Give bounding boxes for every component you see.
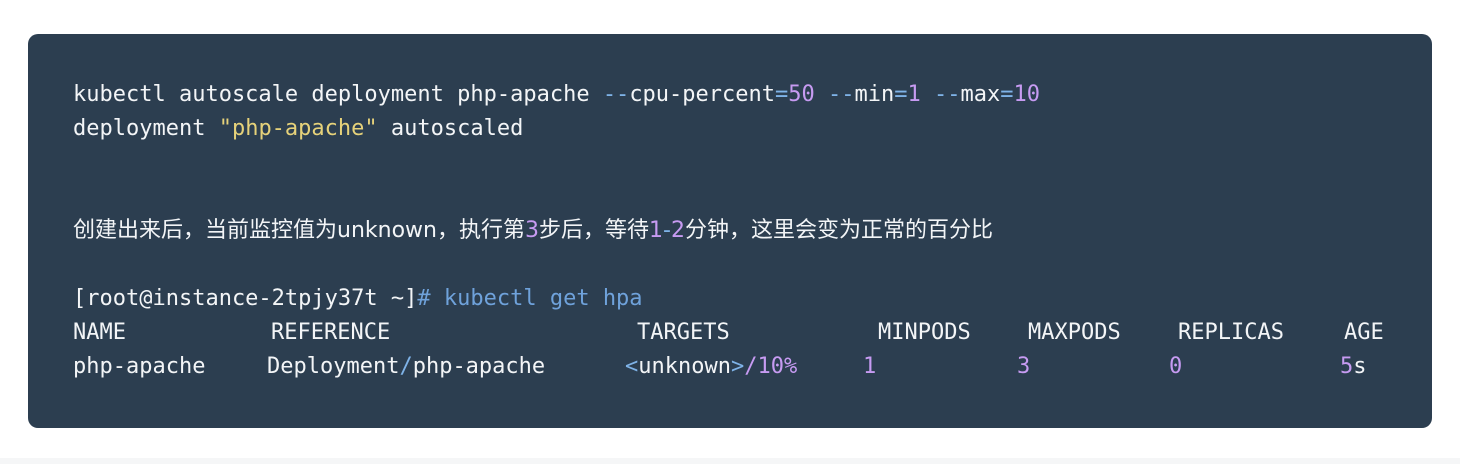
equals-sign: =	[1000, 82, 1014, 107]
header-reference: REFERENCE	[271, 320, 391, 345]
flag-dashes: --	[602, 82, 630, 107]
header-targets: TARGETS	[637, 320, 730, 345]
comment-text: 步后，等待	[538, 218, 649, 243]
header-maxpods: MAXPODS	[1028, 320, 1121, 345]
header-age: AGE	[1344, 320, 1384, 345]
cell-reference: Deployment/php-apache	[267, 350, 545, 384]
header-replicas: REPLICAS	[1178, 320, 1284, 345]
reference-kind: Deployment	[267, 354, 400, 379]
min-value: 1	[907, 82, 921, 107]
targets-open-bracket: <	[625, 354, 639, 379]
age-unit: s	[1353, 354, 1367, 379]
page-bottom-strip	[0, 458, 1460, 464]
autoscale-command-line: kubectl autoscale deployment php-apache …	[73, 78, 1040, 112]
step-number: 3	[524, 218, 539, 243]
targets-current: unknown	[638, 354, 731, 379]
table-header-row: NAME REFERENCE TARGETS MINPODS MAXPODS R…	[73, 316, 1403, 350]
flag-name: max	[960, 82, 1001, 107]
equals-sign: =	[894, 82, 908, 107]
equals-sign: =	[775, 82, 789, 107]
cell-minpods: 1	[863, 354, 877, 379]
page: kubectl autoscale deployment php-apache …	[0, 0, 1460, 464]
cell-age: 5s	[1340, 350, 1367, 384]
targets-close-bracket: >	[730, 354, 745, 379]
minutes-to: 2	[670, 218, 685, 243]
comment-line: 创建出来后，当前监控值为unknown，执行第3步后，等待1-2分钟，这里会变为…	[73, 214, 993, 248]
shell-prompt: [root@instance-2tpjy37t ~]	[73, 286, 418, 311]
cell-replicas: 0	[1169, 354, 1183, 379]
cell-targets: <unknown>/10%	[625, 350, 797, 384]
flag-name: min	[854, 82, 895, 107]
output-suffix: autoscaled	[377, 116, 524, 141]
deployment-name-string: "php-apache"	[218, 116, 378, 141]
output-prefix: deployment	[73, 116, 219, 141]
flag-dashes: --	[934, 82, 961, 107]
range-dash: -	[662, 218, 671, 243]
age-number: 5	[1340, 354, 1354, 379]
flag-dashes: --	[828, 82, 855, 107]
reference-slash: /	[399, 354, 413, 379]
prompt-hash: #	[417, 286, 444, 311]
comment-text: 创建出来后，当前监控值为unknown，执行第	[73, 218, 525, 243]
get-hpa-command-line: [root@instance-2tpjy37t ~]# kubectl get …	[73, 282, 643, 316]
autoscale-output-line: deployment "php-apache" autoscaled	[73, 112, 523, 146]
table-row: php-apache Deployment/php-apache <unknow…	[73, 350, 1403, 384]
header-minpods: MINPODS	[878, 320, 971, 345]
cell-name: php-apache	[73, 354, 206, 379]
command-text: kubectl autoscale deployment php-apache	[73, 82, 603, 107]
get-hpa-command: kubectl get hpa	[443, 286, 643, 311]
comment-text: 分钟，这里会变为正常的百分比	[684, 218, 993, 243]
cell-maxpods: 3	[1017, 354, 1031, 379]
minutes-from: 1	[648, 218, 663, 243]
max-value: 10	[1013, 82, 1041, 107]
code-block: kubectl autoscale deployment php-apache …	[28, 34, 1432, 428]
targets-goal: /10%	[744, 354, 798, 379]
cpu-percent-value: 50	[788, 82, 815, 107]
flag-name: cpu-percent	[629, 82, 776, 107]
header-name: NAME	[73, 320, 126, 345]
reference-name: php-apache	[412, 354, 546, 379]
